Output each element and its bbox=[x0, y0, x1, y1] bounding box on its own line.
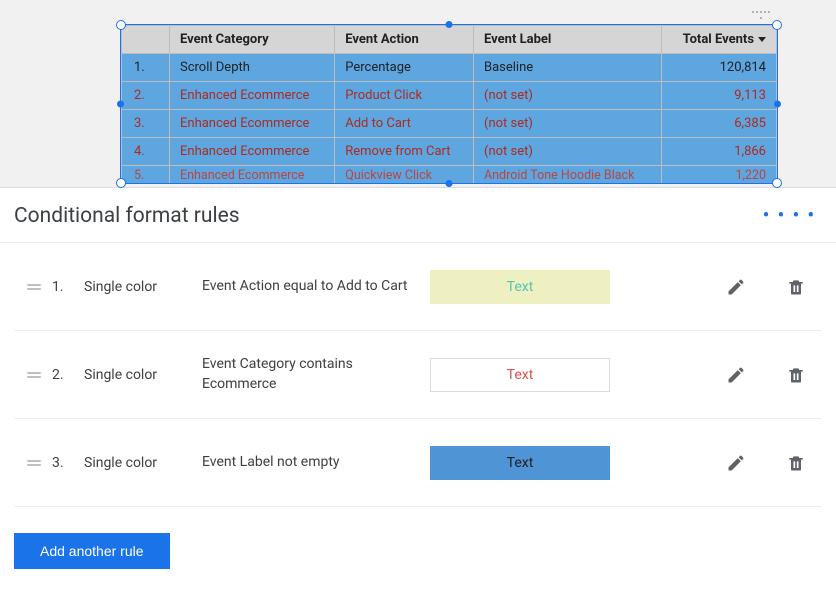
cell-index: 4. bbox=[122, 138, 170, 166]
rule-preview: Text bbox=[430, 270, 610, 304]
cell-event-action: Product Click bbox=[335, 82, 474, 110]
edit-rule-button[interactable] bbox=[718, 269, 754, 305]
resize-handle[interactable] bbox=[446, 21, 453, 28]
col-header-event-label[interactable]: Event Label bbox=[474, 26, 662, 54]
delete-rule-button[interactable] bbox=[778, 269, 814, 305]
col-header-event-category[interactable]: Event Category bbox=[170, 26, 335, 54]
rule-index: 1. bbox=[52, 279, 76, 295]
rule-row[interactable]: 1. Single color Event Action equal to Add … bbox=[14, 243, 822, 331]
resize-handle[interactable] bbox=[116, 20, 126, 30]
rule-row[interactable]: 3. Single color Event Label not empty Text bbox=[14, 419, 822, 507]
rule-description: Event Category contains Ecommerce bbox=[202, 355, 422, 394]
rule-type: Single color bbox=[84, 455, 194, 471]
cell-total-events: 9,113 bbox=[662, 82, 777, 110]
table-row[interactable]: 4.Enhanced EcommerceRemove from Cart(not… bbox=[122, 138, 777, 166]
col-header-total-events[interactable]: Total Events bbox=[662, 26, 777, 54]
cell-event-label: (not set) bbox=[474, 110, 662, 138]
cell-event-label: Baseline bbox=[474, 54, 662, 82]
rule-description: Event Label not empty bbox=[202, 453, 422, 473]
rule-type: Single color bbox=[84, 367, 194, 383]
cell-index: 2. bbox=[122, 82, 170, 110]
resize-handle[interactable] bbox=[117, 101, 124, 108]
edit-rule-button[interactable] bbox=[718, 445, 754, 481]
drag-handle-icon[interactable] bbox=[24, 284, 44, 290]
rule-type: Single color bbox=[84, 279, 194, 295]
cell-event-category: Enhanced Ecommerce bbox=[170, 138, 335, 166]
sort-desc-icon bbox=[758, 37, 766, 42]
cell-index: 1. bbox=[122, 54, 170, 82]
table-row[interactable]: 2.Enhanced EcommerceProduct Click(not se… bbox=[122, 82, 777, 110]
data-table[interactable]: Event Category Event Action Event Label … bbox=[121, 25, 777, 183]
delete-rule-button[interactable] bbox=[778, 445, 814, 481]
drag-handle-icon[interactable] bbox=[751, 11, 771, 21]
rule-row[interactable]: 2. Single color Event Category contains Ec… bbox=[14, 331, 822, 419]
rule-description: Event Action equal to Add to Cart bbox=[202, 277, 422, 297]
cell-event-action: Add to Cart bbox=[335, 110, 474, 138]
rule-index: 2. bbox=[52, 367, 76, 383]
cell-total-events: 1,866 bbox=[662, 138, 777, 166]
resize-handle[interactable] bbox=[446, 180, 453, 187]
data-table-widget[interactable]: Event Category Event Action Event Label … bbox=[121, 25, 777, 183]
cell-event-action: Quickview Click bbox=[335, 166, 474, 184]
resize-handle[interactable] bbox=[772, 20, 782, 30]
cell-event-action: Percentage bbox=[335, 54, 474, 82]
panel-title: Conditional format rules bbox=[14, 204, 240, 228]
rule-index: 3. bbox=[52, 455, 76, 471]
table-row[interactable]: 1.Scroll DepthPercentageBaseline120,814 bbox=[122, 54, 777, 82]
resize-handle[interactable] bbox=[772, 178, 782, 188]
cell-event-category: Scroll Depth bbox=[170, 54, 335, 82]
table-row[interactable]: 3.Enhanced EcommerceAdd to Cart(not set)… bbox=[122, 110, 777, 138]
cell-total-events: 6,385 bbox=[662, 110, 777, 138]
drag-handle-icon[interactable] bbox=[24, 372, 44, 378]
add-rule-button[interactable]: Add another rule bbox=[14, 533, 170, 569]
rule-preview: Text bbox=[430, 446, 610, 480]
cell-event-label: Android Tone Hoodie Black bbox=[474, 166, 662, 184]
cell-event-category: Enhanced Ecommerce bbox=[170, 166, 335, 184]
canvas-area: Event Category Event Action Event Label … bbox=[0, 0, 836, 187]
edit-rule-button[interactable] bbox=[718, 357, 754, 393]
cell-index: 5. bbox=[122, 166, 170, 184]
cell-event-label: (not set) bbox=[474, 138, 662, 166]
more-options-icon[interactable]: • • • • bbox=[763, 211, 816, 221]
cell-index: 3. bbox=[122, 110, 170, 138]
cell-total-events: 120,814 bbox=[662, 54, 777, 82]
col-header-event-action[interactable]: Event Action bbox=[335, 26, 474, 54]
resize-handle[interactable] bbox=[774, 101, 781, 108]
rule-preview: Text bbox=[430, 358, 610, 392]
conditional-format-panel: Conditional format rules • • • • 1. Singl… bbox=[0, 187, 836, 603]
col-header-index[interactable] bbox=[122, 26, 170, 54]
cell-event-label: (not set) bbox=[474, 82, 662, 110]
cell-event-action: Remove from Cart bbox=[335, 138, 474, 166]
resize-handle[interactable] bbox=[116, 178, 126, 188]
delete-rule-button[interactable] bbox=[778, 357, 814, 393]
cell-total-events: 1,220 bbox=[662, 166, 777, 184]
cell-event-category: Enhanced Ecommerce bbox=[170, 82, 335, 110]
cell-event-category: Enhanced Ecommerce bbox=[170, 110, 335, 138]
drag-handle-icon[interactable] bbox=[24, 460, 44, 466]
